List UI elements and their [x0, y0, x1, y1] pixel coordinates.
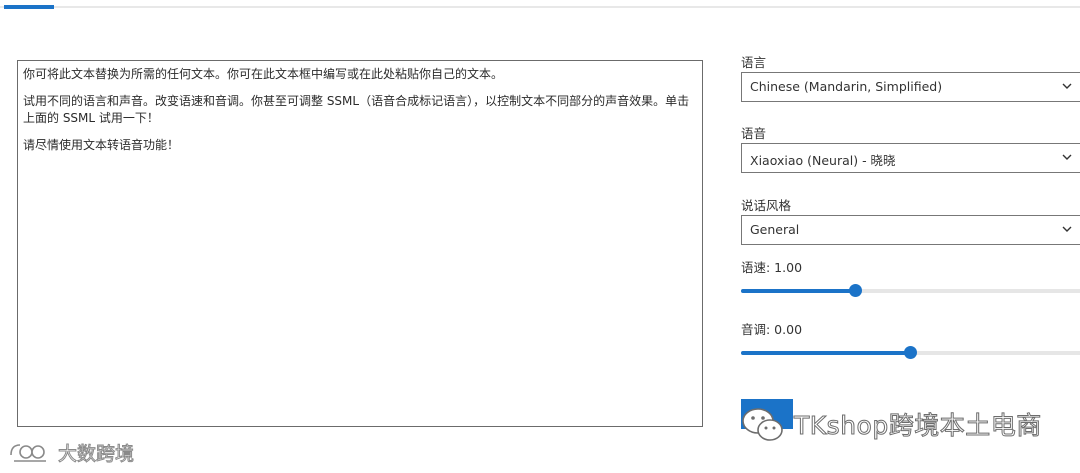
- watermark-right-text: TKshop跨境本土电商: [794, 411, 1042, 441]
- editor-paragraph-1: 你可将此文本替换为所需的任何文本。你可在此文本框中编写或在此处粘贴你自己的文本。: [23, 67, 504, 81]
- style-select[interactable]: General: [741, 215, 1080, 245]
- pitch-slider-fill: [741, 351, 911, 355]
- style-select-value: General: [750, 222, 800, 237]
- wechat-icon: [742, 408, 783, 441]
- tab-strip: [0, 0, 1080, 9]
- tab-active-indicator[interactable]: [4, 5, 54, 9]
- text-editor[interactable]: 你可将此文本替换为所需的任何文本。你可在此文本框中编写或在此处粘贴你自己的文本。…: [17, 60, 703, 427]
- tts-page: 你可将此文本替换为所需的任何文本。你可在此文本框中编写或在此处粘贴你自己的文本。…: [0, 0, 1080, 473]
- language-label: 语言: [741, 55, 767, 70]
- watermark-right: TKshop跨境本土电商: [740, 404, 1042, 444]
- pitch-slider-thumb[interactable]: [904, 346, 918, 359]
- language-select-value: Chinese (Mandarin, Simplified): [750, 79, 943, 94]
- language-select[interactable]: Chinese (Mandarin, Simplified): [741, 72, 1080, 102]
- chevron-down-icon: [1062, 154, 1072, 160]
- brand-logo-icon: [10, 443, 46, 462]
- editor-paragraph-3: 请尽情使用文本转语音功能！: [23, 138, 180, 152]
- editor-paragraph-2: 试用不同的语言和声音。改变语速和音调。你甚至可调整 SSML（语音合成标记语言）…: [23, 94, 690, 125]
- tab-strip-divider: [0, 6, 1080, 8]
- watermark-left-text: 大数跨境: [57, 443, 135, 466]
- rate-label: 语速: 1.00: [741, 260, 803, 275]
- voice-select[interactable]: Xiaoxiao (Neural) - 晓晓: [741, 143, 1080, 173]
- chevron-down-icon: [1062, 83, 1072, 89]
- rate-slider[interactable]: [741, 284, 1080, 298]
- pitch-slider[interactable]: [741, 346, 1080, 360]
- pitch-label: 音调: 0.00: [741, 322, 803, 337]
- voice-label: 语音: [741, 126, 767, 141]
- voice-select-value: Xiaoxiao (Neural) - 晓晓: [750, 153, 896, 168]
- watermark-left: 大数跨境: [8, 439, 135, 466]
- chevron-down-icon: [1062, 226, 1072, 232]
- rate-slider-thumb[interactable]: [848, 284, 862, 297]
- style-label: 说话风格: [741, 198, 792, 213]
- rate-slider-fill: [741, 289, 855, 293]
